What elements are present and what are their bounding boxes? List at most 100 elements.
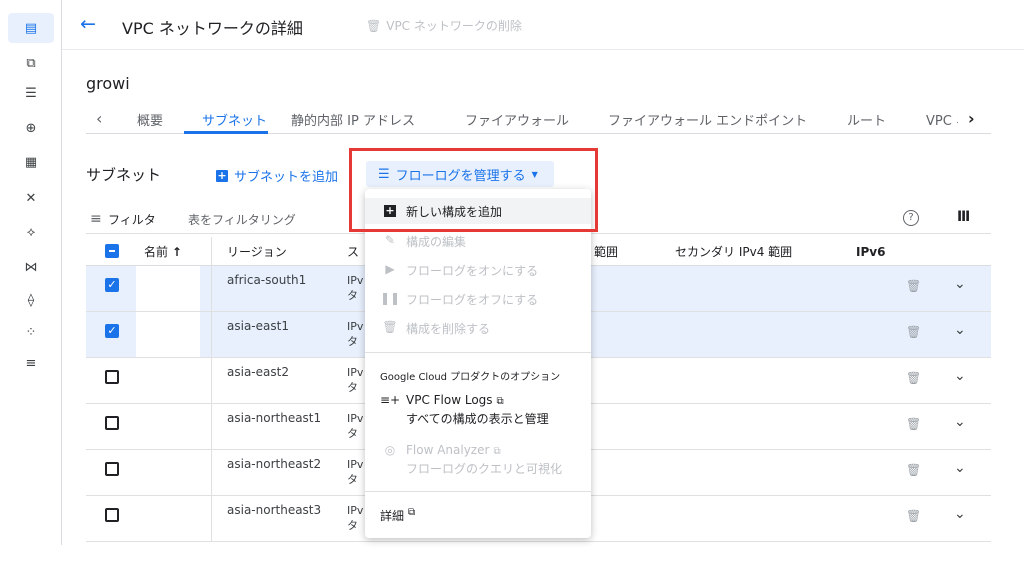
grid-icon[interactable]: ▦ <box>21 152 41 172</box>
row-checkbox[interactable]: ✓ <box>105 278 119 292</box>
menu-divider <box>365 352 591 353</box>
menu-item-flow-analyzer[interactable]: ◎ Flow Analyzer ⧉ フローログのクエリと可視化 <box>365 443 591 477</box>
delete-network-button[interactable]: 🗑 VPC ネットワークの削除 <box>366 17 522 34</box>
tab-static-ip[interactable]: 静的内部 IP アドレス <box>291 110 415 129</box>
menu-item-label: 詳細 <box>380 509 405 523</box>
globe-icon[interactable]: ⊕ <box>21 118 41 138</box>
column-header-ipv6[interactable]: IPv6 範 <box>856 243 888 260</box>
column-divider <box>211 358 212 403</box>
name-cell <box>136 266 200 311</box>
menu-item-details[interactable]: 詳細 ⧉ <box>365 507 591 524</box>
chevron-down-icon[interactable]: ⌄ <box>954 322 966 338</box>
add-subnet-button[interactable]: + サブネットを追加 <box>216 166 338 185</box>
row-checkbox[interactable]: ✓ <box>105 324 119 338</box>
column-header-secondary[interactable]: セカンダリ IPv4 範囲 <box>675 243 792 260</box>
pause-icon: ❚❚ <box>380 291 401 305</box>
trash-icon[interactable]: 🗑 <box>906 417 921 431</box>
caret-down-icon: ▼ <box>531 169 538 179</box>
stack-cell: IPv タ <box>347 274 364 302</box>
trash-icon[interactable]: 🗑 <box>906 509 921 523</box>
column-header-region[interactable]: リージョン <box>227 243 287 260</box>
shuffle-icon[interactable]: ✕ <box>21 188 41 208</box>
menu-item-turn-off[interactable]: ❚❚ フローログをオフにする <box>365 291 591 308</box>
chevron-down-icon[interactable]: ⌄ <box>954 276 966 292</box>
row-checkbox[interactable] <box>105 462 119 476</box>
connect-icon[interactable]: ⟡ <box>21 222 41 242</box>
subnets-icon[interactable]: ▤ <box>8 13 54 43</box>
chevron-down-icon[interactable]: ⌄ <box>954 368 966 384</box>
menu-item-edit-config[interactable]: ✎ 構成の編集 <box>365 233 591 250</box>
tab-vpc[interactable]: VPC ネ <box>926 110 958 129</box>
external-link-icon: ⧉ <box>496 396 504 407</box>
menu-item-label: 新しい構成を追加 <box>406 205 503 219</box>
add-subnet-label: サブネットを追加 <box>234 170 339 185</box>
routes-icon[interactable]: ☰ <box>21 83 41 103</box>
list-icon: ☰ <box>378 166 390 182</box>
tab-routes[interactable]: ルート <box>847 110 886 129</box>
playlist-add-icon: ≡+ <box>380 393 401 407</box>
menu-item-text: Flow Analyzer ⧉ フローログのクエリと可視化 <box>406 443 563 476</box>
column-display-icon[interactable]: Ⅲ <box>957 209 970 225</box>
row-checkbox[interactable] <box>105 508 119 522</box>
column-divider <box>211 237 212 265</box>
mesh-icon[interactable]: ⟠ <box>21 290 41 310</box>
external-link-icon: ⧉ <box>493 446 501 457</box>
chevron-left-icon[interactable]: ‹ <box>96 109 102 128</box>
select-all-checkbox[interactable] <box>105 244 119 258</box>
tab-overview[interactable]: 概要 <box>137 110 163 129</box>
filter-input[interactable]: 表をフィルタリング <box>188 211 296 228</box>
column-divider <box>211 404 212 449</box>
chevron-right-icon[interactable]: › <box>968 109 975 128</box>
row-checkbox[interactable] <box>105 370 119 384</box>
trash-icon[interactable]: 🗑 <box>906 371 921 385</box>
trash-icon: 🗑 <box>382 320 398 334</box>
region-cell: asia-northeast2 <box>227 457 322 471</box>
menu-item-vpc-flow-logs[interactable]: ≡+ VPC Flow Logs ⧉ すべての構成の表示と管理 <box>365 393 591 427</box>
trash-icon[interactable]: 🗑 <box>906 279 921 293</box>
tab-firewall-endpoints[interactable]: ファイアウォール エンドポイント <box>608 110 807 129</box>
network-icon[interactable]: ⧉ <box>21 53 41 73</box>
menu-item-add-config[interactable]: + 新しい構成を追加 <box>365 198 591 224</box>
hub-icon[interactable]: ⁘ <box>21 322 41 342</box>
analyzer-icon: ◎ <box>384 443 396 457</box>
stack-cell: IPv タ <box>347 504 364 532</box>
menu-item-delete-config[interactable]: 🗑 構成を削除する <box>365 320 591 337</box>
column-header-name[interactable]: 名前 ↑ <box>144 243 182 260</box>
menu-item-text: VPC Flow Logs ⧉ すべての構成の表示と管理 <box>406 393 549 426</box>
page-header: ← VPC ネットワークの詳細 🗑 VPC ネットワークの削除 <box>62 0 1024 50</box>
left-nav-rail: ▤ ⧉ ☰ ⊕ ▦ ✕ ⟡ ⋈ ⟠ ⁘ ≡ <box>0 0 62 545</box>
play-icon: ▶ <box>385 262 395 276</box>
list-icon[interactable]: ≡ <box>21 353 41 373</box>
menu-item-turn-on[interactable]: ▶ フローログをオンにする <box>365 262 591 279</box>
tab-bar: ‹ 概要 サブネット 静的内部 IP アドレス ファイアウォール ファイアウォー… <box>86 104 991 134</box>
help-icon[interactable]: ? <box>903 210 919 226</box>
delete-network-label: VPC ネットワークの削除 <box>386 19 522 33</box>
stack-cell: IPv タ <box>347 458 364 486</box>
filter-label: フィルタ <box>108 213 156 227</box>
region-cell: africa-south1 <box>227 273 307 287</box>
add-box-icon: + <box>384 204 396 217</box>
tab-subnets[interactable]: サブネット <box>202 110 267 129</box>
column-header-stack[interactable]: ス <box>347 243 359 260</box>
chevron-down-icon[interactable]: ⌄ <box>954 460 966 476</box>
tab-firewall[interactable]: ファイアウォール <box>465 110 569 129</box>
bowtie-icon[interactable]: ⋈ <box>21 257 41 277</box>
filter-icon[interactable]: ≡ <box>90 211 102 227</box>
page-title: VPC ネットワークの詳細 <box>122 19 303 38</box>
chevron-down-icon[interactable]: ⌄ <box>954 506 966 522</box>
region-cell: asia-east2 <box>227 365 289 379</box>
active-tab-indicator <box>184 131 268 134</box>
trash-icon: 🗑 <box>366 18 382 33</box>
trash-icon[interactable]: 🗑 <box>906 325 921 339</box>
chevron-down-icon[interactable]: ⌄ <box>954 414 966 430</box>
back-arrow-icon[interactable]: ← <box>80 14 96 34</box>
section-title: サブネット <box>86 166 162 184</box>
column-header-range[interactable]: 範囲 <box>594 243 618 260</box>
region-cell: asia-east1 <box>227 319 289 333</box>
menu-item-label: 構成を削除する <box>406 322 491 336</box>
trash-icon[interactable]: 🗑 <box>906 463 921 477</box>
row-checkbox[interactable] <box>105 416 119 430</box>
manage-flow-logs-button[interactable]: ☰ フローログを管理する ▼ <box>366 161 554 187</box>
menu-item-label: フローログをオンにする <box>406 264 539 278</box>
flow-logs-menu: + 新しい構成を追加 ✎ 構成の編集 ▶ フローログをオンにする ❚❚ フローロ… <box>365 189 591 538</box>
